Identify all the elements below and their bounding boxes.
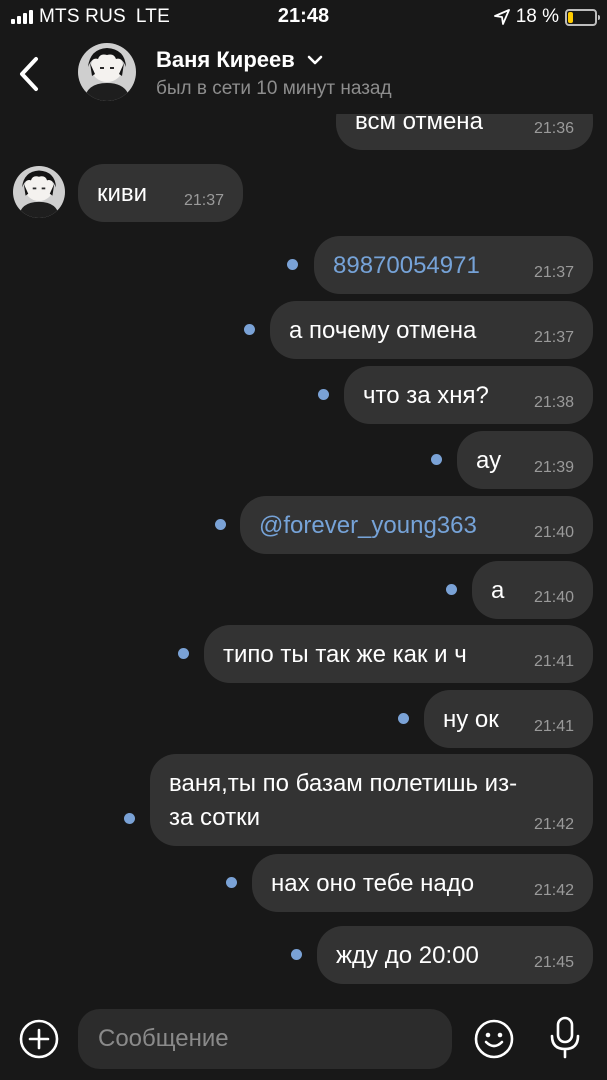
- message-text: киви: [97, 180, 148, 207]
- attach-button[interactable]: [18, 1018, 60, 1060]
- unread-indicator: [226, 877, 237, 888]
- message-text: ну ок: [443, 706, 499, 733]
- emoji-button[interactable]: [472, 1017, 516, 1061]
- microphone-icon: [550, 1016, 580, 1059]
- message-bubble-incoming[interactable]: киви 21:37: [78, 164, 243, 222]
- message-bubble-outgoing[interactable]: типо ты так же как и ч 21:41: [204, 625, 593, 683]
- message-bubble-outgoing[interactable]: ну ок 21:41: [424, 690, 593, 748]
- smiley-icon: [474, 1019, 514, 1059]
- message-time: 21:42: [533, 882, 574, 899]
- battery-icon: [565, 8, 600, 26]
- message-time: 21:39: [533, 459, 574, 476]
- message-text: нах оно тебе надо: [271, 870, 475, 897]
- message-bubble-outgoing[interactable]: @forever_young363 21:40: [240, 496, 593, 554]
- message-time: 21:42: [533, 816, 574, 833]
- contact-avatar[interactable]: [78, 43, 136, 101]
- chat-header: Ваня Киреев был в сети 10 минут назад: [0, 34, 607, 114]
- unread-indicator: [291, 949, 302, 960]
- message-bubble-outgoing[interactable]: что за хня? 21:38: [344, 366, 593, 424]
- message-text: ау: [476, 447, 502, 474]
- message-text: а почему отмена: [289, 317, 477, 344]
- message-time: 21:40: [533, 524, 574, 541]
- sender-avatar[interactable]: [13, 166, 65, 218]
- message-time: 21:36: [533, 120, 574, 137]
- unread-indicator: [178, 648, 189, 659]
- battery-level: [568, 11, 573, 23]
- message-bubble-outgoing[interactable]: а почему отмена 21:37: [270, 301, 593, 359]
- unread-indicator: [431, 454, 442, 465]
- unread-indicator: [287, 259, 298, 270]
- message-text: что за хня?: [363, 382, 489, 409]
- avatar-image: [13, 166, 65, 218]
- message-bubble-outgoing[interactable]: ваня,ты по базам полетишь из- за сотки 2…: [150, 754, 593, 846]
- message-time: 21:38: [533, 394, 574, 411]
- unread-indicator: [318, 389, 329, 400]
- message-text: жду до 20:00: [336, 942, 479, 969]
- unread-indicator: [398, 713, 409, 724]
- message-time: 21:41: [533, 653, 574, 670]
- chevron-down-icon: [307, 55, 323, 65]
- voice-message-button[interactable]: [545, 1015, 585, 1061]
- location-arrow-icon: [493, 9, 510, 25]
- message-time: 21:41: [533, 718, 574, 735]
- message-time: 21:37: [533, 264, 574, 281]
- message-list[interactable]: всм отмена 21:36 киви 21:37 89870054971 …: [0, 114, 607, 1000]
- avatar-image: [78, 43, 136, 101]
- message-text: типо ты так же как и ч: [223, 641, 467, 668]
- unread-indicator: [446, 584, 457, 595]
- message-bubble-outgoing[interactable]: ау 21:39: [457, 431, 593, 489]
- back-button[interactable]: [14, 54, 44, 94]
- message-time: 21:37: [533, 329, 574, 346]
- message-bubble-outgoing[interactable]: жду до 20:00 21:45: [317, 926, 593, 984]
- message-text: а: [491, 577, 505, 604]
- message-bubble-outgoing[interactable]: а 21:40: [472, 561, 593, 619]
- message-time: 21:40: [533, 589, 574, 606]
- message-bubble-outgoing[interactable]: нах оно тебе надо 21:42: [252, 854, 593, 912]
- contact-name-text: Ваня Киреев: [156, 47, 295, 72]
- mention-link[interactable]: @forever_young363: [259, 512, 477, 539]
- contact-last-seen: был в сети 10 минут назад: [156, 78, 392, 99]
- message-bubble-outgoing[interactable]: всм отмена 21:36: [336, 114, 593, 150]
- chevron-left-icon: [20, 57, 38, 91]
- system-indicators: 18 %: [493, 6, 600, 28]
- phone-link[interactable]: 89870054971: [333, 252, 480, 279]
- contact-name[interactable]: Ваня Киреев: [156, 47, 323, 73]
- unread-indicator: [215, 519, 226, 530]
- battery-percent: 18 %: [515, 6, 559, 27]
- message-text: всм отмена: [355, 114, 483, 135]
- message-input[interactable]: [78, 1009, 452, 1069]
- message-time: 21:45: [533, 954, 574, 971]
- status-bar: MTS RUS LTE 21:48 18 %: [0, 0, 607, 34]
- message-time: 21:37: [183, 192, 224, 209]
- message-composer: [0, 1000, 607, 1080]
- message-bubble-outgoing[interactable]: 89870054971 21:37: [314, 236, 593, 294]
- unread-indicator: [244, 324, 255, 335]
- unread-indicator: [124, 813, 135, 824]
- message-text: ваня,ты по базам полетишь из- за сотки: [169, 770, 518, 831]
- plus-circle-icon: [19, 1019, 59, 1059]
